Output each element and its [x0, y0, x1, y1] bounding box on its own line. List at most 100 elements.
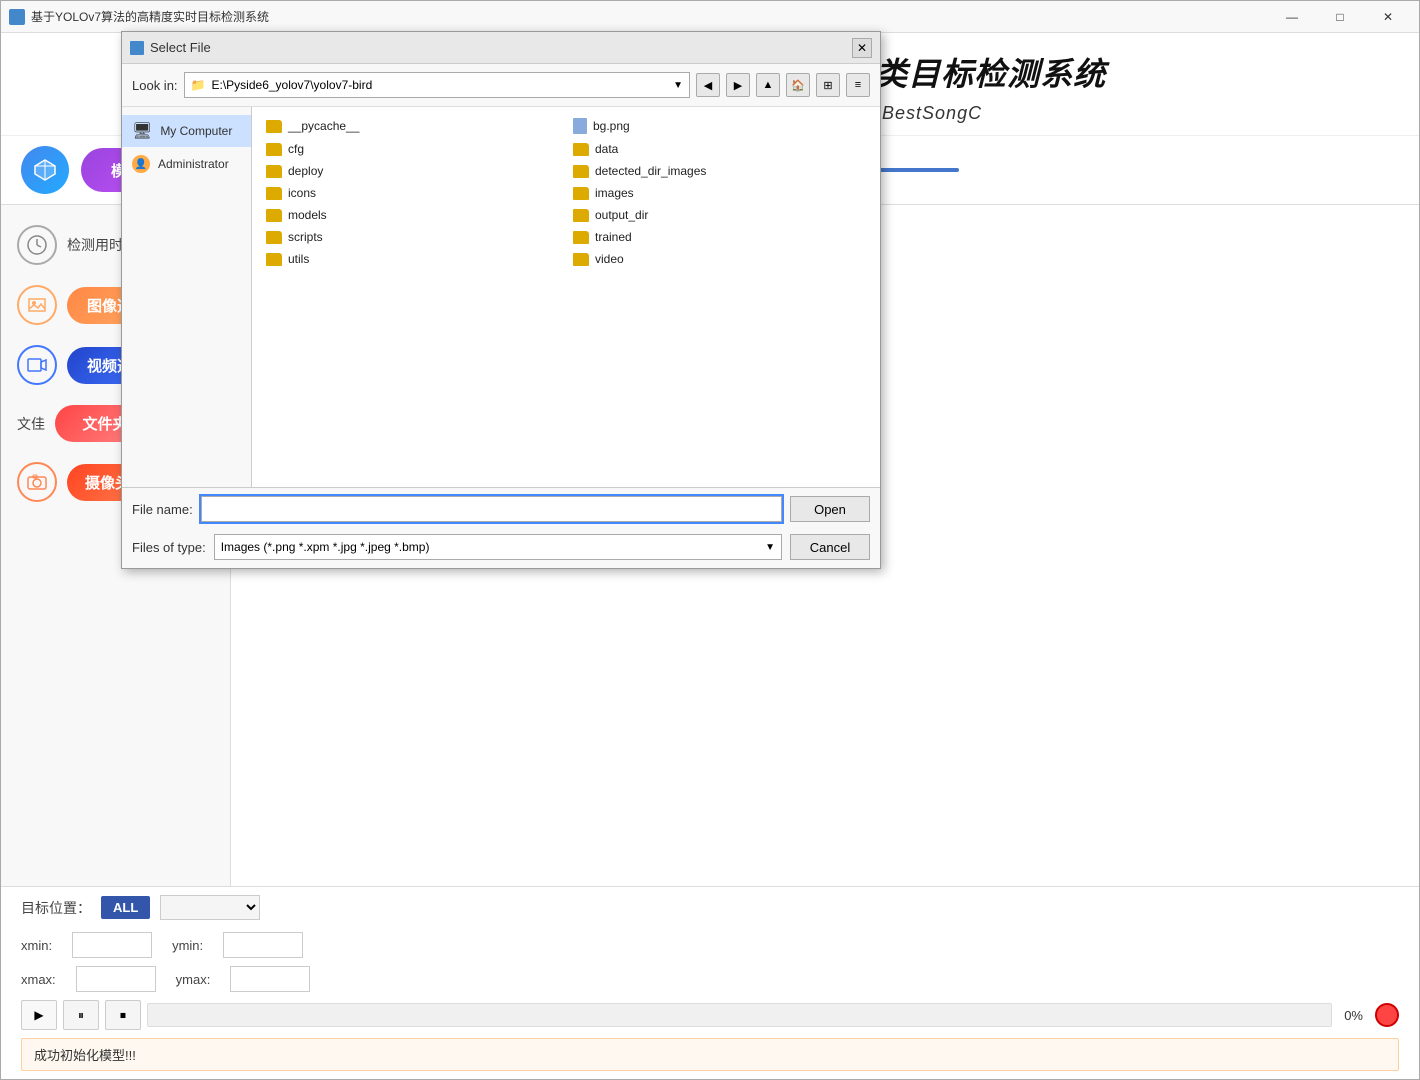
folder-icon [266, 209, 282, 222]
folder-icon [573, 231, 589, 244]
sidebar-item-administrator[interactable]: 👤 Administrator [122, 149, 251, 179]
file-item[interactable]: deploy [260, 161, 565, 181]
clock-icon [17, 225, 57, 265]
cube-icon-button[interactable] [21, 146, 69, 194]
file-name: deploy [288, 164, 323, 178]
target-row: 目标位置： ALL [21, 895, 1399, 920]
look-in-combo[interactable]: 📁 E:\Pyside6_yolov7\yolov7-bird ▼ [184, 72, 690, 98]
file-item[interactable]: __pycache__ [260, 115, 565, 137]
file-item[interactable]: video [567, 249, 872, 269]
file-name: models [288, 208, 327, 222]
file-item[interactable]: images [567, 183, 872, 203]
file-item[interactable]: cfg [260, 139, 565, 159]
filetype-combo[interactable]: Images (*.png *.xpm *.jpg *.jpeg *.bmp) … [214, 534, 782, 560]
folder-icon [573, 187, 589, 200]
window-controls: — □ ✕ [1269, 3, 1411, 31]
nav-list-view-button[interactable]: ≡ [846, 73, 870, 97]
nav-grid-view-button[interactable]: ⊞ [816, 73, 840, 97]
file-item[interactable]: bg.png [567, 115, 872, 137]
folder-label: 文佳 [17, 414, 45, 434]
file-name: __pycache__ [288, 119, 359, 133]
file-name: bg.png [593, 119, 630, 133]
bottom-area: 目标位置： ALL xmin: ymin: xmax: ymax: ▶ ⏸ [1, 886, 1419, 1079]
nav-back-button[interactable]: ◀ [696, 73, 720, 97]
stop-button[interactable]: ⏹ [105, 1000, 141, 1030]
nav-home-button[interactable]: 🏠 [786, 73, 810, 97]
file-item[interactable]: scripts [260, 227, 565, 247]
title-bar: 基于YOLOv7算法的高精度实时目标检测系统 — □ ✕ [1, 1, 1419, 33]
folder-icon [266, 187, 282, 200]
file-name: icons [288, 186, 316, 200]
ymin-input[interactable] [223, 932, 303, 958]
filename-label: File name: [132, 502, 193, 517]
ymax-label: ymax: [176, 972, 211, 987]
file-name: scripts [288, 230, 323, 244]
progress-bar [147, 1003, 1332, 1027]
file-item[interactable]: output_dir [567, 205, 872, 225]
cancel-button[interactable]: Cancel [790, 534, 870, 560]
folder-icon [573, 253, 589, 266]
maximize-button[interactable]: □ [1317, 3, 1363, 31]
nav-forward-button[interactable]: ▶ [726, 73, 750, 97]
administrator-label: Administrator [158, 157, 229, 171]
xmin-input[interactable] [72, 932, 152, 958]
filename-input[interactable] [201, 496, 782, 522]
target-position-label: 目标位置： [21, 898, 91, 918]
image-icon [17, 285, 57, 325]
media-controls: ▶ ⏸ ⏹ 0% [21, 1000, 1399, 1030]
all-button[interactable]: ALL [101, 896, 150, 919]
app-icon [9, 9, 25, 25]
file-name: video [595, 252, 624, 266]
file-dialog: Select File ✕ Look in: 📁 E:\Pyside6_yolo… [121, 31, 881, 569]
file-name: images [595, 186, 634, 200]
video-icon [17, 345, 57, 385]
file-item[interactable]: models [260, 205, 565, 225]
file-list-area: __pycache__ bg.png cfg data deploy detected_d… [252, 107, 880, 487]
filetype-value: Images (*.png *.xpm *.jpg *.jpeg *.bmp) [221, 540, 430, 554]
window-title: 基于YOLOv7算法的高精度实时目标检测系统 [31, 8, 1269, 25]
dialog-body: 🖥 My Computer 👤 Administrator __pycache_… [122, 107, 880, 487]
folder-icon [573, 143, 589, 156]
look-in-row: Look in: 📁 E:\Pyside6_yolov7\yolov7-bird… [122, 64, 880, 107]
file-name: output_dir [595, 208, 648, 222]
file-item[interactable]: trained [567, 227, 872, 247]
xmax-label: xmax: [21, 972, 56, 987]
target-dropdown[interactable] [160, 895, 260, 920]
folder-icon [266, 143, 282, 156]
main-window: 基于YOLOv7算法的高精度实时目标检测系统 — □ ✕ 基于YOLOv7算法的… [0, 0, 1420, 1080]
sidebar-item-my-computer[interactable]: 🖥 My Computer [122, 115, 251, 147]
file-name: detected_dir_images [595, 164, 706, 178]
dialog-title-bar: Select File ✕ [122, 32, 880, 64]
coord-row-1: xmin: ymin: [21, 932, 1399, 958]
file-icon [573, 118, 587, 134]
coord-row-2: xmax: ymax: [21, 966, 1399, 992]
open-button[interactable]: Open [790, 496, 870, 522]
file-item[interactable]: icons [260, 183, 565, 203]
progress-percent: 0% [1344, 1008, 1363, 1023]
folder-icon [266, 120, 282, 133]
file-name: trained [595, 230, 632, 244]
look-in-label: Look in: [132, 78, 178, 93]
file-item[interactable]: utils [260, 249, 565, 269]
xmax-input[interactable] [76, 966, 156, 992]
pause-button[interactable]: ⏸ [63, 1000, 99, 1030]
file-item[interactable]: detected_dir_images [567, 161, 872, 181]
file-name: cfg [288, 142, 304, 156]
nav-up-button[interactable]: ▲ [756, 73, 780, 97]
filename-row: File name: Open [122, 487, 880, 530]
record-button[interactable] [1375, 1003, 1399, 1027]
folder-icon [266, 231, 282, 244]
close-button[interactable]: ✕ [1365, 3, 1411, 31]
cube-icon [33, 158, 57, 182]
filetype-label: Files of type: [132, 540, 206, 555]
computer-icon: 🖥 [132, 121, 152, 141]
minimize-button[interactable]: — [1269, 3, 1315, 31]
file-name: utils [288, 252, 309, 266]
file-name: data [595, 142, 618, 156]
dialog-sidebar: 🖥 My Computer 👤 Administrator [122, 107, 252, 487]
ymax-input[interactable] [230, 966, 310, 992]
dialog-close-button[interactable]: ✕ [852, 38, 872, 58]
look-in-path: E:\Pyside6_yolov7\yolov7-bird [212, 78, 674, 92]
file-item[interactable]: data [567, 139, 872, 159]
play-button[interactable]: ▶ [21, 1000, 57, 1030]
